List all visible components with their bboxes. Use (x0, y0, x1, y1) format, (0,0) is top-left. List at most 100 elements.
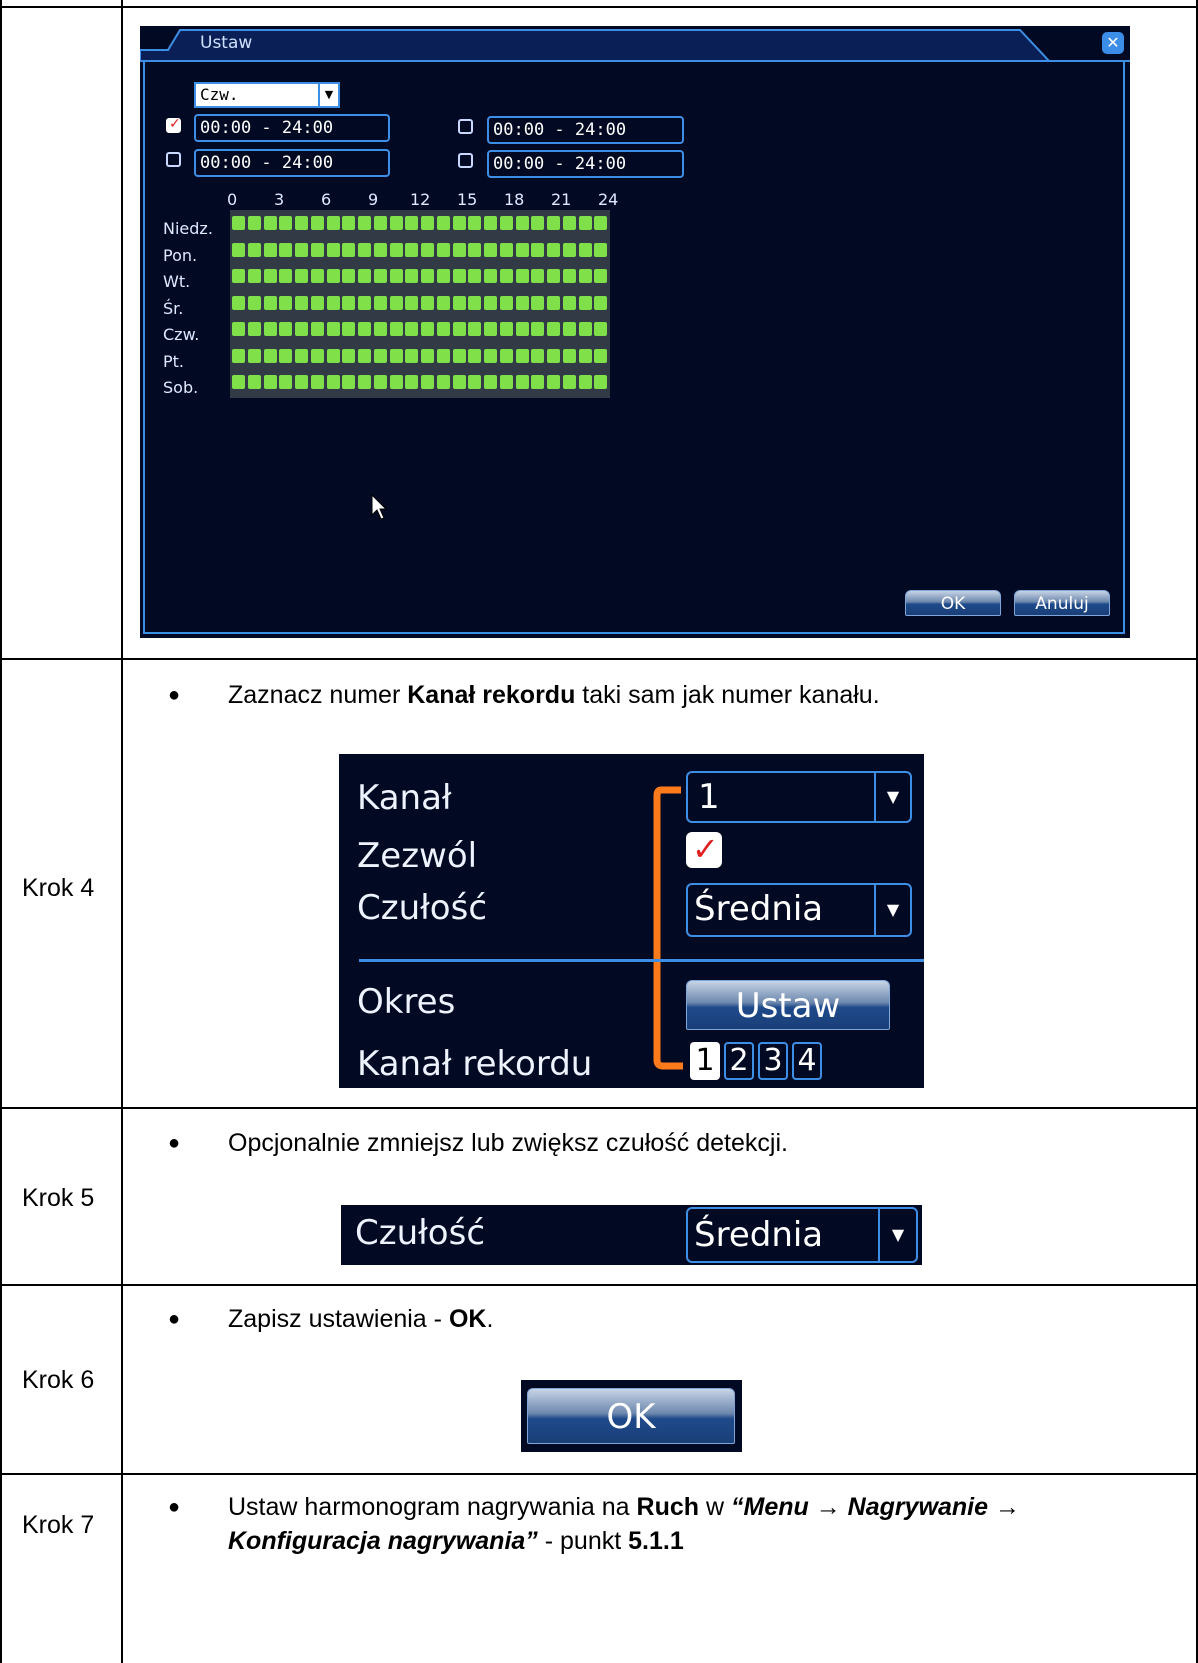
schedule-cell[interactable] (263, 242, 277, 257)
schedule-cell[interactable] (452, 269, 466, 283)
schedule-cell[interactable] (452, 348, 466, 363)
schedule-cell[interactable] (499, 242, 513, 257)
ok-button[interactable]: OK (905, 590, 1001, 616)
schedule-cell[interactable] (279, 322, 293, 336)
schedule-cell[interactable] (310, 242, 324, 257)
schedule-cell[interactable] (405, 242, 419, 257)
schedule-cell[interactable] (247, 216, 261, 230)
schedule-cell[interactable] (405, 348, 419, 363)
schedule-cell[interactable] (263, 375, 277, 389)
period-1-field[interactable]: 00:00 - 24:00 (194, 114, 390, 142)
schedule-cell[interactable] (578, 216, 592, 230)
schedule-cell[interactable] (405, 322, 419, 336)
schedule-cell[interactable] (594, 322, 608, 336)
schedule-cell[interactable] (295, 348, 308, 363)
schedule-cell[interactable] (389, 322, 403, 336)
ok-button[interactable]: OK (527, 1388, 735, 1444)
schedule-cell[interactable] (373, 295, 387, 310)
schedule-cell[interactable] (594, 348, 608, 363)
day-select[interactable]: Czw. ▼ (194, 82, 340, 108)
schedule-cell[interactable] (405, 375, 419, 389)
schedule-cell[interactable] (358, 322, 371, 336)
close-icon[interactable]: ✕ (1102, 32, 1124, 54)
schedule-cell[interactable] (373, 348, 387, 363)
schedule-cell[interactable] (358, 269, 371, 283)
schedule-cell[interactable] (310, 348, 324, 363)
schedule-cell[interactable] (436, 269, 450, 283)
schedule-cell[interactable] (247, 269, 261, 283)
schedule-cell[interactable] (405, 295, 419, 310)
schedule-cell[interactable] (452, 216, 466, 230)
sensitivity-select[interactable]: Średnia ▼ (686, 1207, 918, 1263)
schedule-cell[interactable] (326, 242, 340, 257)
schedule-cell[interactable] (578, 242, 592, 257)
schedule-cell[interactable] (578, 269, 592, 283)
schedule-cell[interactable] (484, 242, 497, 257)
schedule-cell[interactable] (421, 322, 434, 336)
schedule-cell[interactable] (531, 295, 545, 310)
schedule-cell[interactable] (578, 322, 592, 336)
schedule-cell[interactable] (389, 295, 403, 310)
period-3-checkbox[interactable] (458, 119, 473, 134)
schedule-cell[interactable] (499, 375, 513, 389)
schedule-cell[interactable] (295, 375, 308, 389)
schedule-cell[interactable] (310, 322, 324, 336)
schedule-cell[interactable] (310, 216, 324, 230)
schedule-cell[interactable] (547, 322, 560, 336)
schedule-cell[interactable] (326, 295, 340, 310)
schedule-cell[interactable] (421, 348, 434, 363)
schedule-cell[interactable] (452, 242, 466, 257)
schedule-cell[interactable] (436, 242, 450, 257)
schedule-cell[interactable] (436, 322, 450, 336)
schedule-cell[interactable] (421, 242, 434, 257)
schedule-cell[interactable] (594, 242, 608, 257)
schedule-cell[interactable] (342, 348, 356, 363)
schedule-cell[interactable] (263, 348, 277, 363)
schedule-cell[interactable] (515, 322, 529, 336)
schedule-cell[interactable] (484, 348, 497, 363)
period-4-field[interactable]: 00:00 - 24:00 (487, 150, 684, 178)
schedule-grid[interactable] (230, 210, 610, 398)
schedule-cell[interactable] (295, 295, 308, 310)
schedule-cell[interactable] (232, 322, 245, 336)
schedule-cell[interactable] (531, 242, 545, 257)
schedule-cell[interactable] (326, 348, 340, 363)
schedule-cell[interactable] (232, 375, 245, 389)
schedule-cell[interactable] (232, 348, 245, 363)
schedule-cell[interactable] (562, 375, 576, 389)
schedule-cell[interactable] (468, 269, 482, 283)
schedule-cell[interactable] (515, 348, 529, 363)
schedule-cell[interactable] (263, 295, 277, 310)
schedule-cell[interactable] (405, 216, 419, 230)
schedule-cell[interactable] (531, 322, 545, 336)
schedule-cell[interactable] (373, 375, 387, 389)
schedule-cell[interactable] (452, 295, 466, 310)
schedule-cell[interactable] (578, 295, 592, 310)
schedule-cell[interactable] (562, 216, 576, 230)
schedule-cell[interactable] (358, 242, 371, 257)
schedule-cell[interactable] (547, 375, 560, 389)
schedule-cell[interactable] (263, 322, 277, 336)
schedule-cell[interactable] (232, 242, 245, 257)
schedule-cell[interactable] (326, 375, 340, 389)
schedule-cell[interactable] (499, 269, 513, 283)
schedule-cell[interactable] (247, 322, 261, 336)
period-4-checkbox[interactable] (458, 153, 473, 168)
schedule-cell[interactable] (373, 269, 387, 283)
schedule-cell[interactable] (295, 216, 308, 230)
schedule-cell[interactable] (310, 375, 324, 389)
schedule-cell[interactable] (389, 375, 403, 389)
schedule-cell[interactable] (373, 242, 387, 257)
schedule-cell[interactable] (468, 375, 482, 389)
schedule-cell[interactable] (421, 216, 434, 230)
record-channel-1[interactable]: 1 (690, 1042, 720, 1080)
schedule-cell[interactable] (232, 295, 245, 310)
schedule-cell[interactable] (484, 269, 497, 283)
schedule-cell[interactable] (279, 375, 293, 389)
schedule-cell[interactable] (452, 322, 466, 336)
schedule-cell[interactable] (436, 295, 450, 310)
schedule-cell[interactable] (468, 242, 482, 257)
schedule-cell[interactable] (263, 216, 277, 230)
schedule-cell[interactable] (389, 216, 403, 230)
schedule-cell[interactable] (436, 375, 450, 389)
